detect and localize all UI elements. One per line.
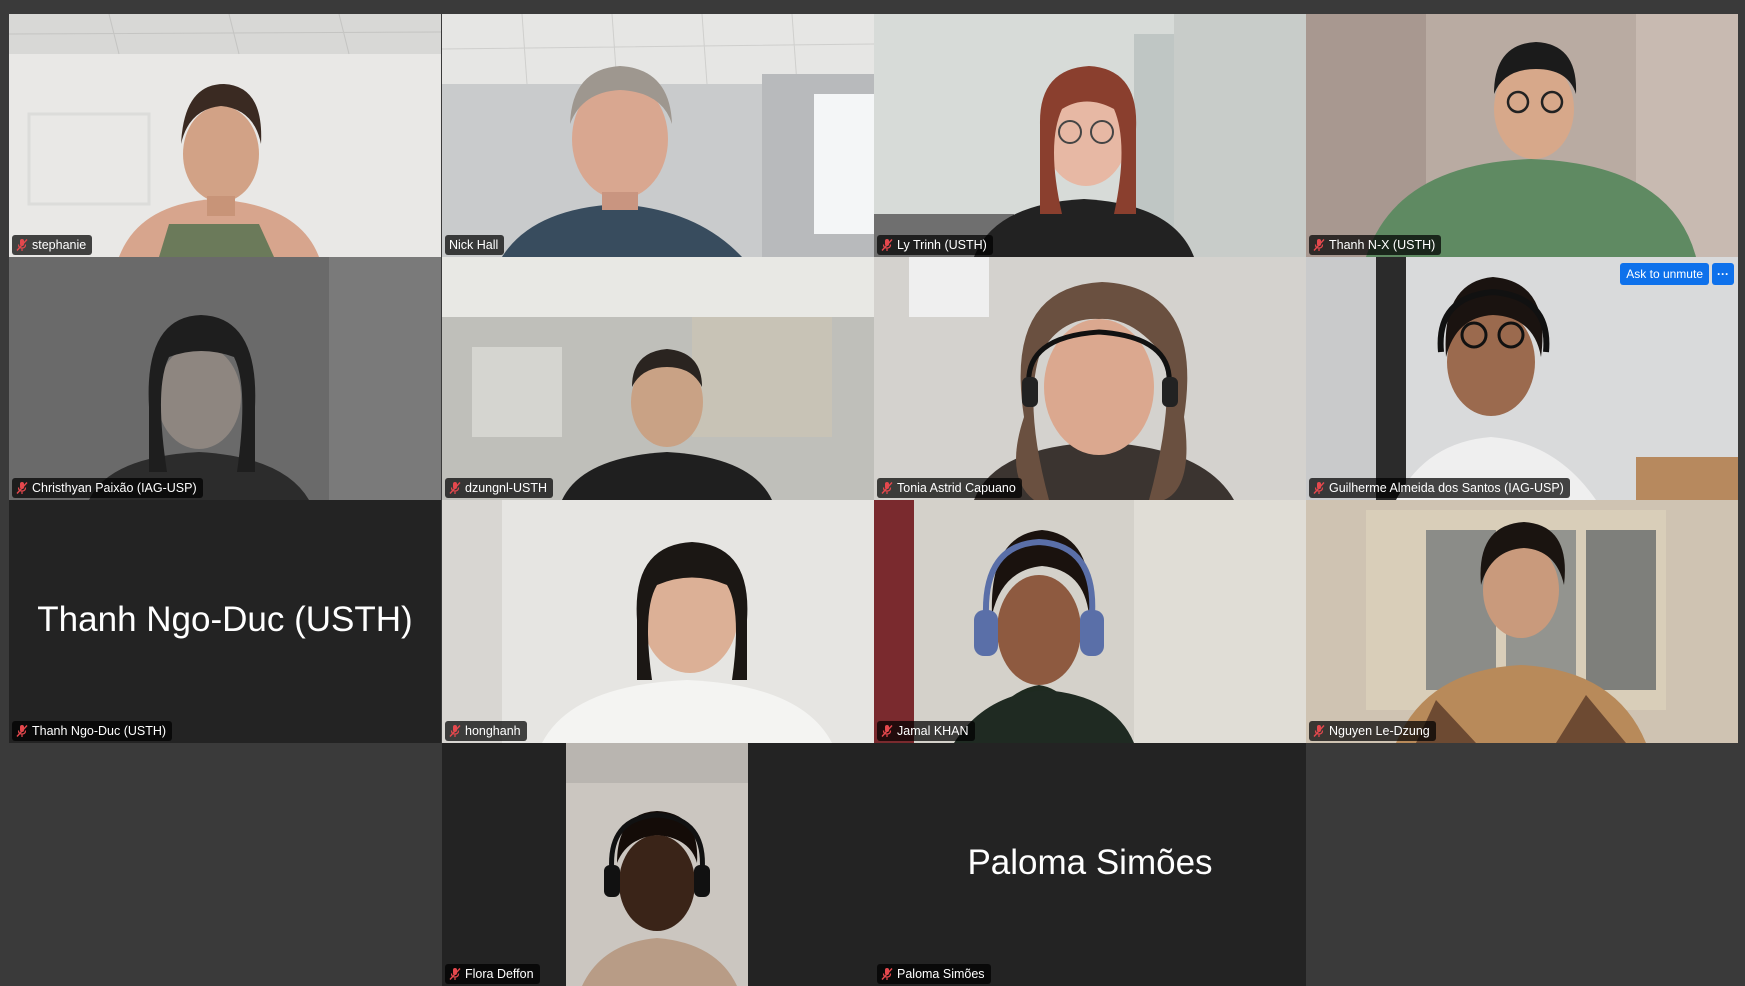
participant-name: Ly Trinh (USTH) bbox=[897, 238, 987, 252]
muted-mic-icon bbox=[1313, 238, 1325, 252]
video-feed bbox=[442, 14, 874, 257]
video-feed bbox=[9, 14, 441, 257]
participant-name: stephanie bbox=[32, 238, 87, 252]
video-feed bbox=[9, 257, 441, 500]
video-feed bbox=[442, 743, 874, 986]
participant-display-name: Paloma Simões bbox=[967, 842, 1213, 882]
video-tile-dzungnl-usth[interactable]: dzungnl-USTH bbox=[442, 257, 874, 500]
muted-mic-icon bbox=[16, 238, 28, 252]
video-feed bbox=[442, 257, 874, 500]
video-feed bbox=[874, 500, 1306, 743]
participant-name-tag: stephanie bbox=[12, 235, 93, 255]
participant-name-tag: Guilherme Almeida dos Santos (IAG-USP) bbox=[1309, 478, 1570, 498]
participant-name-tag: Ly Trinh (USTH) bbox=[877, 235, 993, 255]
video-tile-christhyan-paixao[interactable]: Christhyan Paixão (IAG-USP) bbox=[9, 257, 441, 500]
muted-mic-icon bbox=[1313, 481, 1325, 495]
participant-name: Guilherme Almeida dos Santos (IAG-USP) bbox=[1329, 481, 1564, 495]
ask-to-unmute-button[interactable]: Ask to unmute bbox=[1620, 263, 1709, 285]
participant-name-tag: dzungnl-USTH bbox=[445, 478, 553, 498]
video-tile-paloma-simoes[interactable]: Paloma Simões Paloma Simões bbox=[874, 743, 1306, 986]
participant-name-tag: Thanh Ngo-Duc (USTH) bbox=[12, 721, 173, 741]
participant-name-tag: Flora Deffon bbox=[445, 964, 540, 984]
video-tile-thanh-n-x[interactable]: Thanh N-X (USTH) bbox=[1306, 14, 1738, 257]
participant-name-tag: Nick Hall bbox=[445, 235, 505, 255]
participant-name: dzungnl-USTH bbox=[465, 481, 547, 495]
participant-name: Thanh N-X (USTH) bbox=[1329, 238, 1436, 252]
video-tile-stephanie[interactable]: stephanie bbox=[9, 14, 441, 257]
muted-mic-icon bbox=[881, 724, 893, 738]
muted-mic-icon bbox=[881, 238, 893, 252]
participant-name-tag: Christhyan Paixão (IAG-USP) bbox=[12, 478, 203, 498]
video-tile-nick-hall[interactable]: Nick Hall bbox=[442, 14, 874, 257]
participant-name-tag: Nguyen Le-Dzung bbox=[1309, 721, 1436, 741]
video-feed bbox=[1306, 500, 1738, 743]
video-feed bbox=[1306, 257, 1738, 500]
participant-name: Nick Hall bbox=[449, 238, 499, 252]
video-tile-honghanh[interactable]: honghanh bbox=[442, 500, 874, 743]
participant-name: Jamal KHAN bbox=[897, 724, 969, 738]
muted-mic-icon bbox=[449, 724, 461, 738]
video-tile-thanh-ngo-duc[interactable]: Thanh Ngo-Duc (USTH) Thanh Ngo-Duc (USTH… bbox=[9, 500, 441, 743]
video-tile-tonia-astrid-capuano[interactable]: Tonia Astrid Capuano bbox=[874, 257, 1306, 500]
participant-display-name: Thanh Ngo-Duc (USTH) bbox=[37, 599, 413, 639]
muted-mic-icon bbox=[449, 967, 461, 981]
participant-name: Christhyan Paixão (IAG-USP) bbox=[32, 481, 197, 495]
participant-name-tag: Tonia Astrid Capuano bbox=[877, 478, 1022, 498]
video-tile-jamal-khan[interactable]: Jamal KHAN bbox=[874, 500, 1306, 743]
video-tile-ly-trinh[interactable]: Ly Trinh (USTH) bbox=[874, 14, 1306, 257]
muted-mic-icon bbox=[881, 967, 893, 981]
tile-hover-controls: Ask to unmute ··· bbox=[1620, 263, 1734, 285]
video-tile-guilherme-almeida-dos-santos[interactable]: Ask to unmute ··· Guilherme Almeida dos … bbox=[1306, 257, 1738, 500]
video-feed bbox=[442, 500, 874, 743]
video-feed bbox=[874, 14, 1306, 257]
more-options-icon[interactable]: ··· bbox=[1712, 263, 1734, 285]
video-tile-flora-deffon[interactable]: Flora Deffon bbox=[442, 743, 874, 986]
video-feed bbox=[874, 257, 1306, 500]
video-feed bbox=[1306, 14, 1738, 257]
participant-name-tag: honghanh bbox=[445, 721, 527, 741]
participant-name: Nguyen Le-Dzung bbox=[1329, 724, 1430, 738]
muted-mic-icon bbox=[16, 481, 28, 495]
video-tile-nguyen-le-dzung[interactable]: Nguyen Le-Dzung bbox=[1306, 500, 1738, 743]
participant-name: Tonia Astrid Capuano bbox=[897, 481, 1016, 495]
participant-name: Paloma Simões bbox=[897, 967, 985, 981]
gallery-view: stephanie Nick Hall Ly Trinh (USTH) Than… bbox=[0, 0, 1745, 986]
participant-name: Thanh Ngo-Duc (USTH) bbox=[32, 724, 167, 738]
muted-mic-icon bbox=[449, 481, 461, 495]
participant-name-tag: Thanh N-X (USTH) bbox=[1309, 235, 1442, 255]
participant-name-tag: Jamal KHAN bbox=[877, 721, 975, 741]
muted-mic-icon bbox=[1313, 724, 1325, 738]
muted-mic-icon bbox=[881, 481, 893, 495]
muted-mic-icon bbox=[16, 724, 28, 738]
participant-name: honghanh bbox=[465, 724, 521, 738]
participant-name: Flora Deffon bbox=[465, 967, 534, 981]
participant-name-tag: Paloma Simões bbox=[877, 964, 991, 984]
